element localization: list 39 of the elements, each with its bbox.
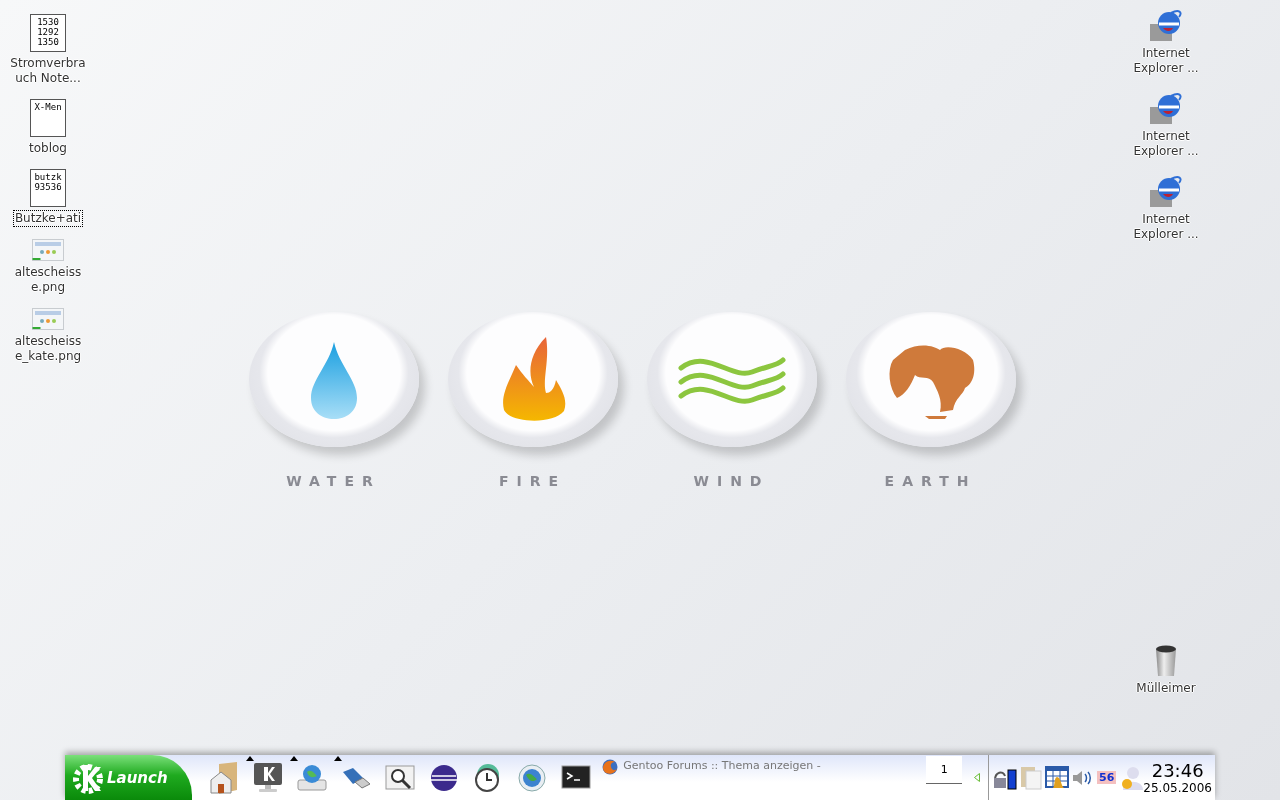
browser-shortcut-icon[interactable] — [1149, 10, 1183, 42]
wallpaper-caption: EARTH — [884, 473, 977, 489]
browser-shortcut-icon[interactable] — [1149, 93, 1183, 125]
icon-label[interactable]: Mülleimer — [1123, 680, 1209, 697]
menu-arrow-icon[interactable] — [334, 756, 343, 761]
icon-label[interactable]: Internet Explorer ... — [1123, 128, 1209, 160]
home-folder-icon[interactable] — [209, 761, 240, 794]
usb-stick-icon[interactable] — [341, 765, 372, 790]
clock-date[interactable]: 25.05.2006 — [1143, 781, 1212, 795]
icon-label[interactable]: Butzke+ati — [12, 210, 84, 227]
icon-label[interactable]: altescheiss e_kate.png — [5, 333, 91, 365]
monitor-icon[interactable] — [253, 761, 284, 794]
wallpaper-caption: FIRE — [498, 473, 567, 489]
browser-shortcut-icon[interactable] — [1149, 176, 1183, 208]
clipboard-icon[interactable] — [1020, 765, 1042, 790]
striped-sphere-icon[interactable] — [430, 763, 459, 792]
task-button[interactable]: Gentoo Forums :: Thema anzeigen - — [598, 755, 927, 800]
menu-arrow-icon[interactable] — [246, 756, 255, 761]
text-file-icon[interactable]: X-Men — [30, 99, 66, 137]
search-icon[interactable] — [385, 764, 416, 791]
menu-arrow-icon[interactable] — [290, 756, 299, 761]
trash-can-icon[interactable] — [1154, 645, 1178, 677]
icon-label[interactable]: Internet Explorer ... — [1123, 45, 1209, 77]
clock-time[interactable]: 23:46 — [1151, 760, 1204, 781]
calendar-icon[interactable] — [1045, 765, 1069, 790]
icon-label[interactable]: Stromverbra uch Note... — [5, 55, 91, 87]
browser-icon — [602, 759, 619, 775]
network-drive-icon[interactable] — [297, 763, 328, 792]
text-file-icon[interactable]: 1530 1292 1350 — [30, 14, 66, 52]
icon-label[interactable]: altescheiss e.png — [5, 264, 91, 296]
wallpaper-caption: WATER — [286, 473, 381, 489]
wallpaper-caption: WIND — [693, 473, 770, 489]
text-file-icon[interactable]: butzk 93536 — [30, 169, 66, 207]
desktop-pager[interactable]: 1 — [926, 755, 962, 784]
globe-icon[interactable] — [517, 762, 548, 793]
icon-label[interactable]: toblog — [5, 140, 91, 157]
terminal-icon[interactable] — [561, 764, 592, 791]
counter-badge[interactable]: 56 — [1097, 771, 1117, 784]
icon-label[interactable]: Internet Explorer ... — [1123, 211, 1209, 243]
